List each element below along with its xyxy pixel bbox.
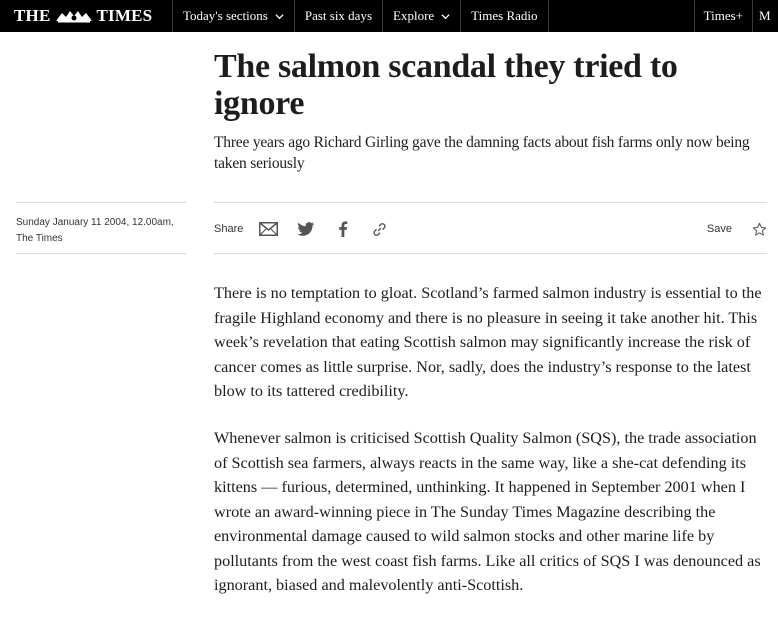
nav-times-radio[interactable]: Times Radio [460,0,549,32]
nav-label: Today's sections [183,8,268,23]
logo-text-times: TIMES [96,6,153,25]
article-paragraph: There is no temptation to gloat. Scotlan… [214,284,762,400]
nav-times-plus[interactable]: Times+ [693,0,752,32]
article-paragraph: Whenever salmon is criticised Scottish Q… [214,429,761,594]
top-navigation-bar: THE TIMES Today's sections Past six days… [0,0,778,32]
chevron-down-icon [275,13,284,19]
publication-name: The Times [16,233,63,244]
publish-date: Sunday January 11 2004, 12.00am, [16,217,174,228]
share-label: Share [214,223,244,235]
star-icon[interactable] [752,222,767,237]
facebook-icon[interactable] [333,220,352,239]
nav-explore[interactable]: Explore [382,0,460,32]
nav-label: M [759,8,771,23]
divider [16,253,186,254]
nav-label: Times+ [703,8,743,23]
article-headline: The salmon scandal they tried to ignore [214,48,678,122]
chevron-down-icon [441,13,450,19]
the-times-logo[interactable]: THE TIMES [0,0,172,32]
nav-label: Times Radio [471,8,538,23]
nav-past-six-days[interactable]: Past six days [293,0,382,32]
article-dateline: Sunday January 11 2004, 12.00am, The Tim… [16,215,186,247]
email-icon[interactable] [259,220,279,239]
nav-label: Explore [393,8,435,23]
link-icon[interactable] [370,220,389,239]
nav-todays-sections[interactable]: Today's sections [172,0,294,32]
logo-text-the: THE [14,6,51,25]
royal-crest-icon [55,11,92,23]
save-label: Save [706,223,732,235]
divider [214,202,767,203]
article-standfirst: Three years ago Richard Girling gave the… [214,134,750,172]
divider [214,253,767,254]
divider [16,202,186,203]
save-control[interactable]: Save [707,222,767,237]
nav-my-account[interactable]: M [752,0,778,32]
nav-label: Past six days [304,8,373,23]
share-bar: Share Save [214,214,767,244]
twitter-icon[interactable] [296,220,315,239]
